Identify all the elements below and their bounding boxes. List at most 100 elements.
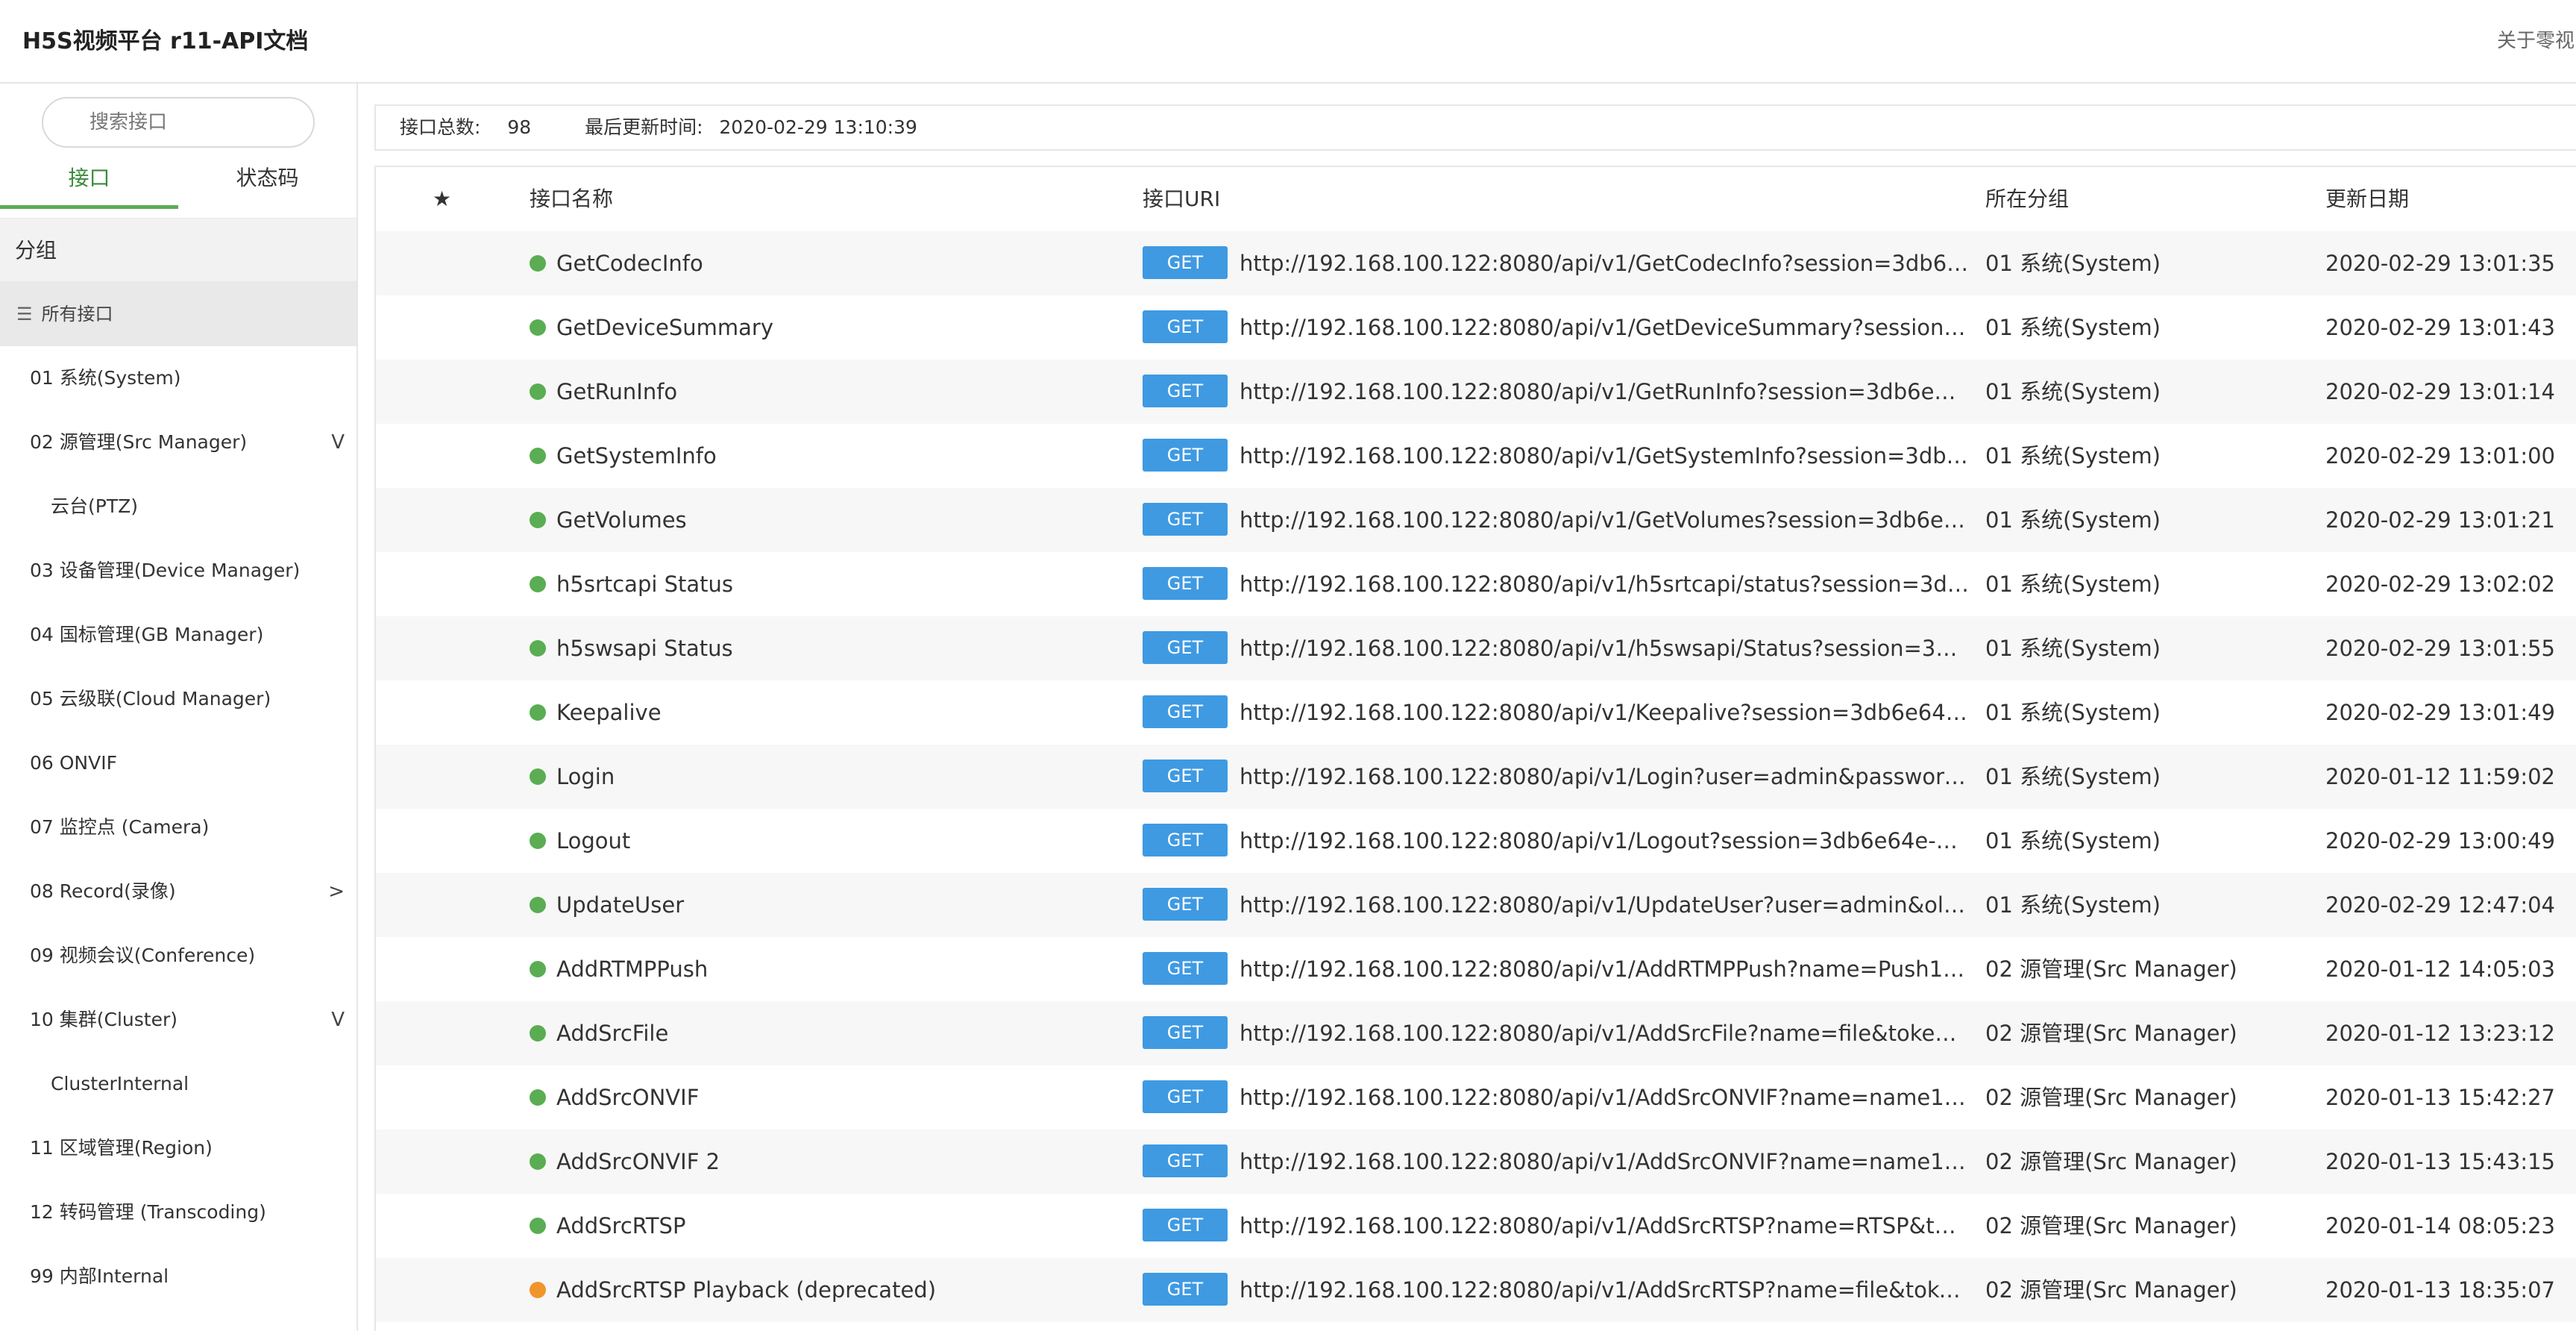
api-uri[interactable]: http://192.168.100.122:8080/api/v1/GetSy… xyxy=(1240,424,1969,488)
sidebar-group-item[interactable]: 02 源管理(Src Manager) V xyxy=(0,410,356,475)
table-row[interactable]: h5srtcapi Status GET http://192.168.100.12… xyxy=(376,552,2576,616)
sidebar-tabs: 接口 状态码 xyxy=(0,160,356,209)
api-name-cell[interactable]: GetDeviceSummary xyxy=(530,295,1141,360)
api-name-cell[interactable]: Login xyxy=(530,745,1141,809)
sidebar-group-item[interactable]: 99 内部Internal xyxy=(0,1244,356,1309)
chevron-down-icon[interactable]: V xyxy=(331,410,345,475)
status-dot-icon xyxy=(530,1282,546,1298)
api-update-date: 2020-02-29 13:01:43 xyxy=(2325,315,2555,340)
sidebar-group-label: 09 视频会议(Conference) xyxy=(30,945,256,966)
table-row[interactable]: Logout GET http://192.168.100.122:8080/api… xyxy=(376,809,2576,873)
sidebar-group-item[interactable]: ClusterInternal xyxy=(0,1052,356,1116)
api-name-cell[interactable]: Logout xyxy=(530,809,1141,873)
api-update-date: 2020-02-29 13:01:14 xyxy=(2325,379,2555,404)
table-row[interactable]: AddSrcRTSP GET http://192.168.100.122:8080… xyxy=(376,1194,2576,1258)
api-name-cell[interactable]: AddRTMPPush xyxy=(530,937,1141,1001)
sidebar-group-item[interactable]: 04 国标管理(GB Manager) xyxy=(0,603,356,667)
api-uri[interactable]: http://192.168.100.122:8080/api/v1/AddSr… xyxy=(1240,1194,1969,1258)
table-row[interactable]: GetCodecInfo GET http://192.168.100.122:80… xyxy=(376,231,2576,295)
chevron-right-icon[interactable]: > xyxy=(328,859,345,924)
api-update-date: 2020-02-29 13:00:49 xyxy=(2325,828,2555,854)
sidebar-group-item[interactable]: 09 视频会议(Conference) xyxy=(0,924,356,988)
api-uri[interactable]: http://192.168.100.122:8080/api/v1/h5srt… xyxy=(1240,552,1969,616)
api-update-date: 2020-01-13 18:35:07 xyxy=(2325,1277,2555,1303)
api-uri[interactable]: http://192.168.100.122:8080/api/v1/AddSr… xyxy=(1240,1065,1969,1130)
api-uri[interactable]: http://192.168.100.122:8080/api/v1/AddRT… xyxy=(1240,937,1969,1001)
api-name-cell[interactable]: GetRunInfo xyxy=(530,360,1141,424)
sidebar-group-item[interactable]: 06 ONVIF xyxy=(0,731,356,795)
method-badge: GET xyxy=(1143,888,1228,921)
about-link[interactable]: 关于零视 xyxy=(2497,25,2575,53)
api-group: 01 系统(System) xyxy=(1985,571,2161,597)
api-uri[interactable]: http://192.168.100.122:8080/api/v1/AddSr… xyxy=(1240,1130,1969,1194)
api-table: ★ 接口名称 接口URI 所在分组 更新日期 GetCodecInfo GET ht… xyxy=(374,166,2576,1331)
table-row[interactable]: GetDeviceSummary GET http://192.168.100.12… xyxy=(376,295,2576,360)
api-uri[interactable]: http://192.168.100.122:8080/api/v1/GetRu… xyxy=(1240,360,1969,424)
api-name-cell[interactable]: AddSrcONVIF 2 xyxy=(530,1130,1141,1194)
api-name: Login xyxy=(556,764,615,789)
table-row[interactable]: UpdateUser GET http://192.168.100.122:8080… xyxy=(376,873,2576,937)
sidebar-group-item[interactable]: 08 Record(录像) > xyxy=(0,859,356,924)
api-uri[interactable]: http://192.168.100.122:8080/api/v1/Updat… xyxy=(1240,873,1969,937)
sidebar-group-label: 云台(PTZ) xyxy=(51,495,138,517)
api-uri[interactable]: http://192.168.100.122:8080/api/v1/Logou… xyxy=(1240,809,1969,873)
search-input[interactable] xyxy=(42,97,315,148)
tab-apis[interactable]: 接口 xyxy=(0,160,178,209)
sidebar-group-label: 11 区域管理(Region) xyxy=(30,1137,213,1159)
status-dot-icon xyxy=(530,1089,546,1106)
tab-status-codes[interactable]: 状态码 xyxy=(178,160,356,209)
table-row[interactable]: GetVolumes GET http://192.168.100.122:8080… xyxy=(376,488,2576,552)
api-uri[interactable]: http://192.168.100.122:8080/api/v1/AddSr… xyxy=(1240,1258,1969,1322)
api-name-cell[interactable]: AddSrcFile xyxy=(530,1001,1141,1065)
api-update-date: 2020-02-29 12:47:04 xyxy=(2325,892,2555,918)
api-name-cell[interactable]: AddSrcRTSP Playback (deprecated) xyxy=(530,1258,1141,1322)
table-row[interactable]: Login GET http://192.168.100.122:8080/api/… xyxy=(376,745,2576,809)
sidebar-item-all-apis[interactable]: ☰ 所有接口 xyxy=(0,282,356,346)
api-name-cell[interactable]: GetVolumes xyxy=(530,488,1141,552)
api-uri[interactable]: http://192.168.100.122:8080/api/v1/AddSr… xyxy=(1240,1001,1969,1065)
status-dot-icon xyxy=(530,1218,546,1234)
table-row[interactable]: AddSrcRTSP Playback (deprecated) GET http:… xyxy=(376,1258,2576,1322)
api-name-cell[interactable]: AddSrcONVIF xyxy=(530,1065,1141,1130)
api-name: AddRTMPPush xyxy=(556,956,709,982)
sidebar-group-item[interactable]: 10 集群(Cluster) V xyxy=(0,988,356,1052)
status-dot-icon xyxy=(530,961,546,977)
api-group: 01 系统(System) xyxy=(1985,892,2161,918)
method-badge: GET xyxy=(1143,760,1228,792)
api-name-cell[interactable]: Keepalive xyxy=(530,680,1141,745)
api-uri[interactable]: http://192.168.100.122:8080/api/v1/GetDe… xyxy=(1240,295,1969,360)
api-name-cell[interactable]: GetSystemInfo xyxy=(530,424,1141,488)
chevron-down-icon[interactable]: V xyxy=(331,988,345,1052)
table-row[interactable]: h5swsapi Status GET http://192.168.100.122… xyxy=(376,616,2576,680)
group-header: 分组 xyxy=(0,218,356,282)
table-row[interactable]: GetSystemInfo GET http://192.168.100.122:8… xyxy=(376,424,2576,488)
sidebar-group-item[interactable]: 07 监控点 (Camera) xyxy=(0,795,356,859)
api-name-cell[interactable]: UpdateUser xyxy=(530,873,1141,937)
sidebar-group-item[interactable]: 云台(PTZ) xyxy=(0,475,356,539)
api-name: h5swsapi Status xyxy=(556,636,733,661)
status-dot-icon xyxy=(530,319,546,336)
table-row[interactable]: AddSrcONVIF 2 GET http://192.168.100.122:8… xyxy=(376,1130,2576,1194)
api-uri[interactable]: http://192.168.100.122:8080/api/v1/GetCo… xyxy=(1240,231,1969,295)
table-row[interactable]: AddSrcFile GET http://192.168.100.122:8080… xyxy=(376,1001,2576,1065)
api-uri[interactable]: http://192.168.100.122:8080/api/v1/h5sws… xyxy=(1240,616,1969,680)
api-name-cell[interactable]: h5swsapi Status xyxy=(530,616,1141,680)
api-uri[interactable]: http://192.168.100.122:8080/api/v1/GetVo… xyxy=(1240,488,1969,552)
api-name: h5srtcapi Status xyxy=(556,571,734,597)
sidebar-group-item[interactable]: 01 系统(System) xyxy=(0,346,356,410)
table-row[interactable]: AddSrcONVIF GET http://192.168.100.122:808… xyxy=(376,1065,2576,1130)
api-name-cell[interactable]: GetCodecInfo xyxy=(530,231,1141,295)
sidebar-group-item[interactable]: 12 转码管理 (Transcoding) xyxy=(0,1180,356,1244)
table-row[interactable]: AddRTMPPush GET http://192.168.100.122:808… xyxy=(376,937,2576,1001)
table-row[interactable]: Keepalive GET http://192.168.100.122:8080/… xyxy=(376,680,2576,745)
api-name-cell[interactable]: AddSrcRTSP xyxy=(530,1194,1141,1258)
api-uri[interactable]: http://192.168.100.122:8080/api/v1/Login… xyxy=(1240,745,1969,809)
api-uri[interactable]: http://192.168.100.122:8080/api/v1/Keepa… xyxy=(1240,680,1969,745)
sidebar-group-item[interactable]: 05 云级联(Cloud Manager) xyxy=(0,667,356,731)
status-dot-icon xyxy=(530,768,546,785)
star-column-header[interactable]: ★ xyxy=(433,167,451,231)
table-row[interactable]: GetRunInfo GET http://192.168.100.122:8080… xyxy=(376,360,2576,424)
api-name-cell[interactable]: h5srtcapi Status xyxy=(530,552,1141,616)
sidebar-group-item[interactable]: 11 区域管理(Region) xyxy=(0,1116,356,1180)
sidebar-group-item[interactable]: 03 设备管理(Device Manager) xyxy=(0,539,356,603)
